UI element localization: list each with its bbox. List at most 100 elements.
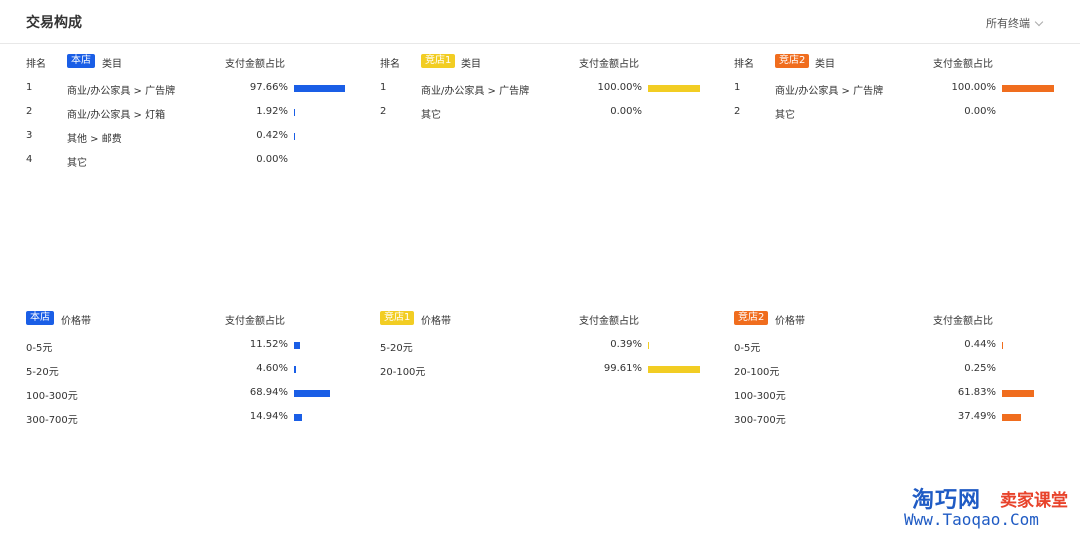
- row-percentage: 100.00%: [951, 82, 997, 93]
- page-title: 交易构成: [26, 15, 82, 31]
- ratio-bar: [294, 85, 345, 92]
- ratio-bar: [294, 342, 300, 349]
- ratio-bar: [648, 85, 700, 92]
- watermark-url: Www.Taoqao.Com: [904, 510, 1039, 529]
- ratio-bar: [1002, 85, 1054, 92]
- row-rank: 4: [26, 154, 33, 165]
- table-row: 300-700元 37.49%: [734, 411, 1064, 426]
- ratio-bar: [1002, 414, 1022, 421]
- row-rank: 2: [380, 106, 387, 117]
- row-percentage: 0.25%: [964, 363, 996, 374]
- table-row: 1 商业/办公家具 > 广告牌 100.00%: [734, 82, 1064, 97]
- category-panel-header: 排名 竞店1 类目 支付金额占比: [380, 53, 710, 70]
- card-header: 交易构成 所有终端: [0, 0, 1080, 44]
- table-row: 0-5元 11.52%: [26, 339, 356, 354]
- table-row: 2 商业/办公家具 > 灯箱 1.92%: [26, 106, 356, 121]
- row-category: 商业/办公家具 > 广告牌: [67, 86, 176, 97]
- row-percentage: 0.44%: [964, 339, 996, 350]
- band-header: 价格带: [61, 316, 91, 327]
- table-row: 20-100元 99.61%: [380, 363, 710, 378]
- row-price-band: 5-20元: [26, 367, 59, 378]
- shop-tag: 竞店1: [380, 311, 415, 325]
- ratio-bar: [1002, 390, 1035, 397]
- row-percentage: 0.00%: [256, 154, 288, 165]
- price-band-header: 竞店2 价格带 支付金额占比: [734, 310, 1064, 327]
- price-band-panel: 竞店1 价格带 支付金额占比 5-20元 0.39% 20-100元 99.61%: [380, 310, 710, 430]
- ratio-bar: [294, 109, 295, 116]
- row-rank: 1: [380, 82, 387, 93]
- row-rank: 1: [26, 82, 33, 93]
- row-percentage: 37.49%: [957, 411, 996, 422]
- shop-tag: 本店: [26, 311, 54, 325]
- price-band-header: 竞店1 价格带 支付金额占比: [380, 310, 710, 327]
- price-band-header: 本店 价格带 支付金额占比: [26, 310, 356, 327]
- table-row: 2 其它 0.00%: [380, 106, 710, 121]
- row-category: 商业/办公家具 > 广告牌: [775, 86, 884, 97]
- category-panel-header: 排名 竞店2 类目 支付金额占比: [734, 53, 1064, 70]
- row-percentage: 11.52%: [249, 339, 288, 350]
- ratio-header: 支付金额占比: [225, 59, 285, 70]
- row-price-band: 300-700元: [734, 415, 786, 426]
- row-category: 其它: [67, 158, 87, 169]
- table-row: 1 商业/办公家具 > 广告牌 97.66%: [26, 82, 356, 97]
- shop-tag: 竞店2: [775, 54, 810, 68]
- row-percentage: 0.42%: [256, 130, 288, 141]
- row-price-band: 100-300元: [734, 391, 786, 402]
- row-category: 其他 > 邮费: [67, 134, 122, 145]
- ratio-bar: [648, 366, 700, 373]
- category-panel-header: 排名 本店 类目 支付金额占比: [26, 53, 356, 70]
- row-percentage: 0.39%: [610, 339, 642, 350]
- row-rank: 2: [26, 106, 33, 117]
- shop-tag: 竞店2: [734, 311, 769, 325]
- row-category: 其它: [421, 110, 441, 121]
- table-row: 300-700元 14.94%: [26, 411, 356, 426]
- category-panel: 排名 竞店1 类目 支付金额占比 1 商业/办公家具 > 广告牌 100.00% 2 其它 0.0…: [380, 53, 710, 183]
- table-row: 2 其它 0.00%: [734, 106, 1064, 121]
- row-price-band: 0-5元: [734, 343, 761, 354]
- row-price-band: 300-700元: [26, 415, 78, 426]
- table-row: 0-5元 0.44%: [734, 339, 1064, 354]
- price-band-panel: 本店 价格带 支付金额占比 0-5元 11.52% 5-20元 4.60% 100-300元 6…: [26, 310, 356, 430]
- ratio-header: 支付金额占比: [579, 59, 639, 70]
- band-header: 价格带: [421, 316, 451, 327]
- row-rank: 1: [734, 82, 741, 93]
- row-price-band: 20-100元: [380, 367, 426, 378]
- row-rank: 3: [26, 130, 33, 141]
- category-panel: 排名 本店 类目 支付金额占比 1 商业/办公家具 > 广告牌 97.66% 2 商业/办公家具…: [26, 53, 356, 183]
- row-category: 商业/办公家具 > 广告牌: [421, 86, 530, 97]
- rank-header: 排名: [734, 59, 754, 70]
- terminal-dropdown[interactable]: 所有终端: [986, 15, 1044, 31]
- row-percentage: 68.94%: [249, 387, 288, 398]
- ratio-bar: [1002, 342, 1003, 349]
- ratio-header: 支付金额占比: [933, 316, 993, 327]
- table-row: 3 其他 > 邮费 0.42%: [26, 130, 356, 145]
- row-price-band: 20-100元: [734, 367, 780, 378]
- ratio-bar: [294, 133, 295, 140]
- table-row: 4 其它 0.00%: [26, 154, 356, 169]
- row-price-band: 0-5元: [26, 343, 53, 354]
- row-percentage: 4.60%: [256, 363, 288, 374]
- ratio-header: 支付金额占比: [933, 59, 993, 70]
- row-price-band: 100-300元: [26, 391, 78, 402]
- ratio-bar: [648, 342, 649, 349]
- table-row: 5-20元 4.60%: [26, 363, 356, 378]
- row-category: 商业/办公家具 > 灯箱: [67, 110, 166, 121]
- row-percentage: 99.61%: [603, 363, 642, 374]
- shop-tag: 竞店1: [421, 54, 456, 68]
- ratio-header: 支付金额占比: [225, 316, 285, 327]
- category-header: 类目: [461, 59, 481, 70]
- row-percentage: 0.00%: [964, 106, 996, 117]
- category-panel: 排名 竞店2 类目 支付金额占比 1 商业/办公家具 > 广告牌 100.00% 2 其它 0.0…: [734, 53, 1064, 183]
- price-band-panel: 竞店2 价格带 支付金额占比 0-5元 0.44% 20-100元 0.25% 100-300…: [734, 310, 1064, 430]
- shop-tag: 本店: [67, 54, 95, 68]
- ratio-header: 支付金额占比: [579, 316, 639, 327]
- category-header: 类目: [815, 59, 835, 70]
- row-percentage: 0.00%: [610, 106, 642, 117]
- row-percentage: 97.66%: [249, 82, 288, 93]
- ratio-bar: [294, 414, 302, 421]
- row-rank: 2: [734, 106, 741, 117]
- row-category: 其它: [775, 110, 795, 121]
- table-row: 5-20元 0.39%: [380, 339, 710, 354]
- row-percentage: 14.94%: [249, 411, 288, 422]
- watermark-logo: 淘巧网 卖家课堂 Www.Taoqao.Com: [904, 482, 1074, 532]
